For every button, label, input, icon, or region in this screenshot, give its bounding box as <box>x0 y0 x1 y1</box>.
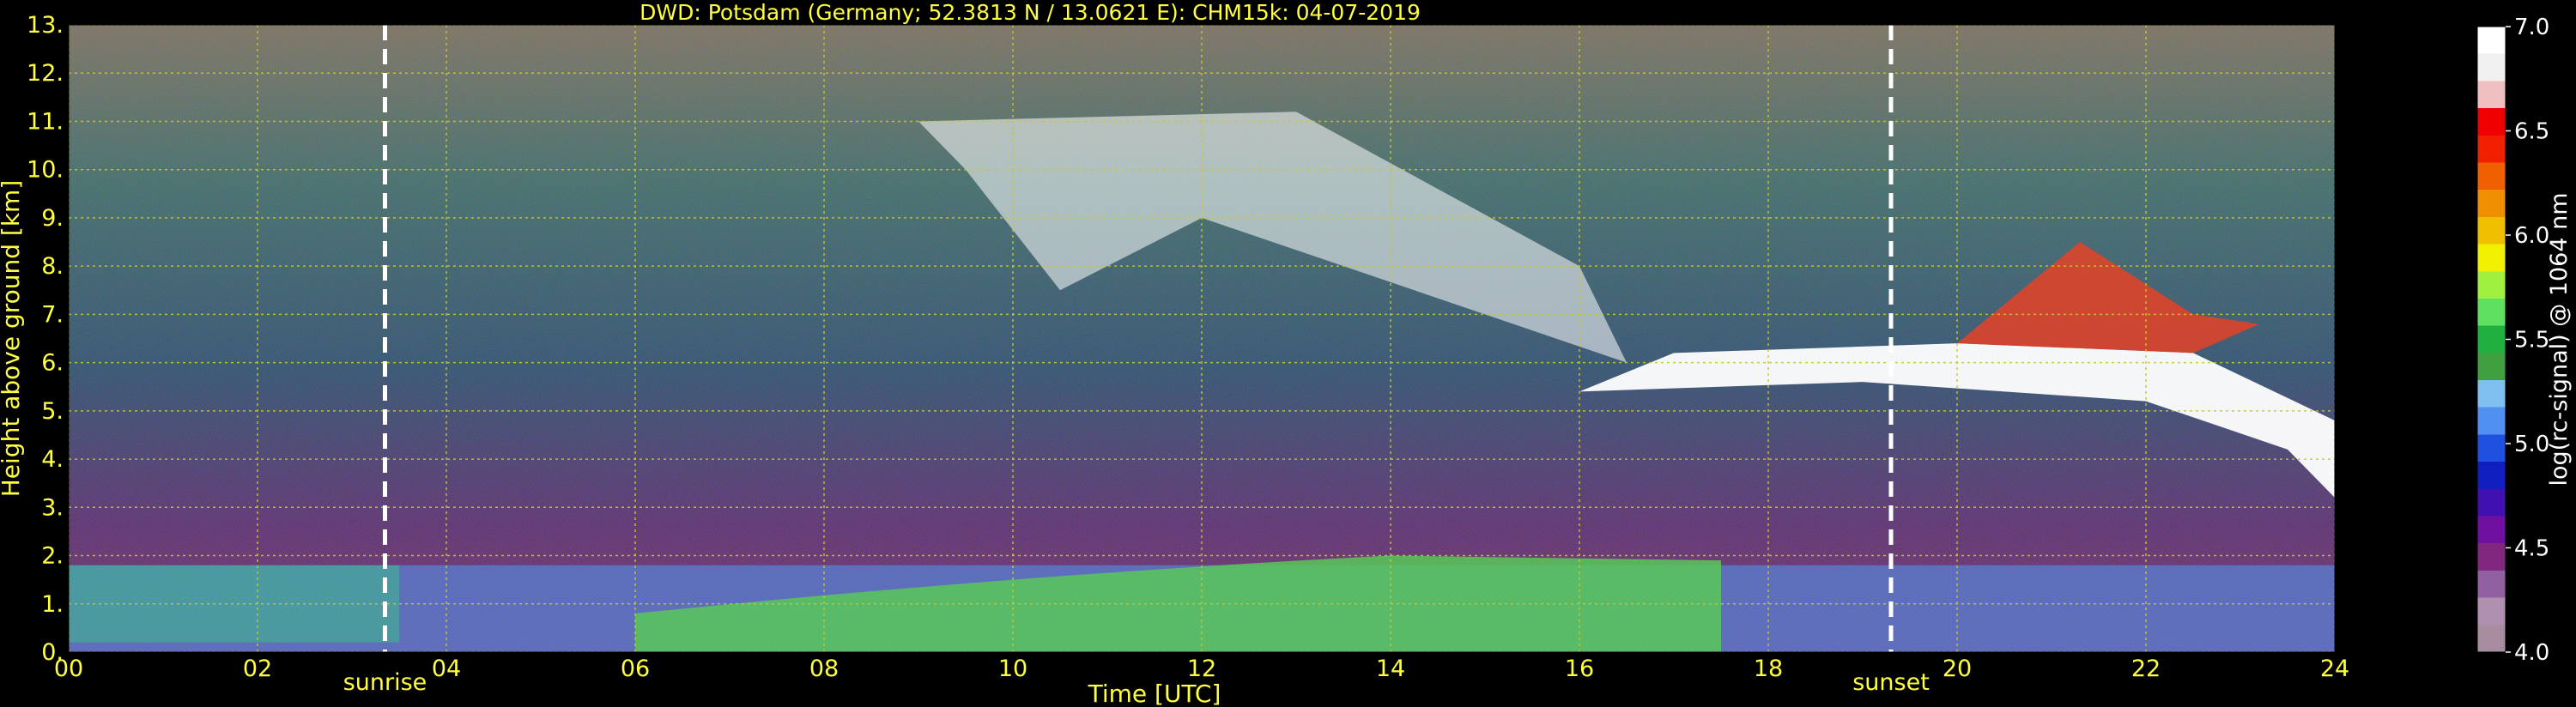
colorbar-tick-label: 7.0 <box>2514 15 2549 40</box>
ceilometer-chart: DWD: Potsdam (Germany; 52.3813 N / 13.06… <box>0 0 2573 707</box>
y-tick-label: 13. <box>27 12 64 39</box>
colorbar: 4.0 4.5 5.0 5.5 6.0 6.5 7.0 log(rc-signal) @ 1… <box>2476 15 2573 666</box>
x-tick-label: 10 <box>998 656 1027 682</box>
y-tick-label: 1. <box>41 591 64 618</box>
x-axis-label: Time [UTC] <box>1088 680 1221 707</box>
y-tick-label: 3. <box>41 494 64 521</box>
y-tick-label: 9. <box>41 205 64 232</box>
colorbar-tick-label: 5.5 <box>2514 328 2549 354</box>
sunset-label: sunset <box>1852 669 1930 696</box>
x-tick-label: 12 <box>1187 656 1216 682</box>
y-tick-label: 2. <box>41 543 64 570</box>
x-tick-label: 08 <box>809 656 839 682</box>
colorbar-label: log(rc-signal) @ 1064 nm <box>2546 192 2573 486</box>
x-tick-label: 16 <box>1565 656 1594 682</box>
y-tick-label: 8. <box>41 253 64 280</box>
x-tick-label: 22 <box>2131 656 2161 682</box>
colorbar-tick-label: 6.5 <box>2514 119 2549 145</box>
y-axis-ticks: 0. 1. 2. 3. 4. 5. 6. 7. 8. 9. 10. 11. 12. 13. <box>27 12 64 666</box>
plot-area <box>69 25 2335 652</box>
y-tick-label: 0. <box>41 639 64 666</box>
y-tick-label: 10. <box>27 157 64 184</box>
x-tick-label: 14 <box>1376 656 1405 682</box>
colorbar-tick-label: 6.0 <box>2514 223 2549 249</box>
colorbar-tick-label: 5.0 <box>2514 432 2549 457</box>
x-tick-label: 02 <box>243 656 272 682</box>
y-tick-label: 5. <box>41 398 64 425</box>
colorbar-ticks: 4.0 4.5 5.0 5.5 6.0 6.5 7.0 <box>2506 15 2549 666</box>
x-tick-label: 04 <box>432 656 461 682</box>
colorbar-scale <box>2476 26 2506 653</box>
x-tick-label: 24 <box>2320 656 2349 682</box>
x-tick-label: 20 <box>1943 656 1972 682</box>
y-tick-label: 12. <box>27 60 64 87</box>
x-tick-label: 06 <box>621 656 650 682</box>
y-tick-label: 7. <box>41 301 64 328</box>
x-tick-label: 18 <box>1754 656 1783 682</box>
y-tick-label: 4. <box>41 446 64 473</box>
colorbar-tick-label: 4.5 <box>2514 536 2549 562</box>
chart-title: DWD: Potsdam (Germany; 52.3813 N / 13.06… <box>639 0 1421 25</box>
colorbar-tick-label: 4.0 <box>2514 640 2549 666</box>
y-tick-label: 11. <box>27 108 64 135</box>
y-tick-label: 6. <box>41 350 64 377</box>
sunrise-label: sunrise <box>343 669 427 696</box>
y-axis-label: Height above ground [km] <box>0 180 25 498</box>
